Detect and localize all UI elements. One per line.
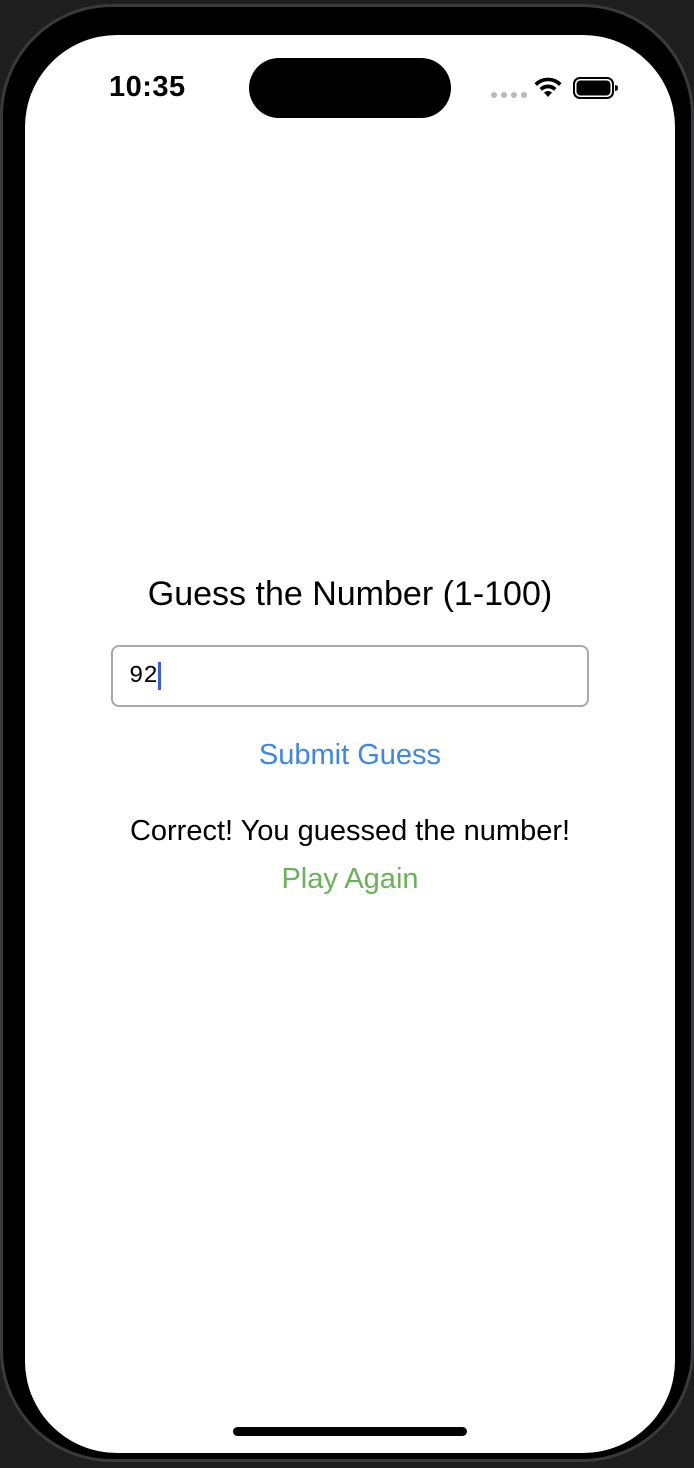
game-content: Guess the Number (1-100) 92 Submit Guess… — [25, 35, 675, 1453]
phone-frame: 10:35 Guess the Number (1-100) 92 Submit — [0, 4, 694, 1462]
app-screen: 10:35 Guess the Number (1-100) 92 Submit — [25, 35, 675, 1453]
result-message: Correct! You guessed the number! — [129, 815, 571, 847]
guess-input[interactable]: 92 — [111, 645, 589, 707]
home-indicator[interactable] — [233, 1427, 467, 1436]
play-again-button[interactable]: Play Again — [25, 863, 675, 896]
guess-input-value: 92 — [129, 662, 158, 690]
submit-guess-button[interactable]: Submit Guess — [25, 739, 675, 772]
text-cursor — [157, 662, 161, 690]
page-title: Guess the Number (1-100) — [147, 575, 553, 613]
